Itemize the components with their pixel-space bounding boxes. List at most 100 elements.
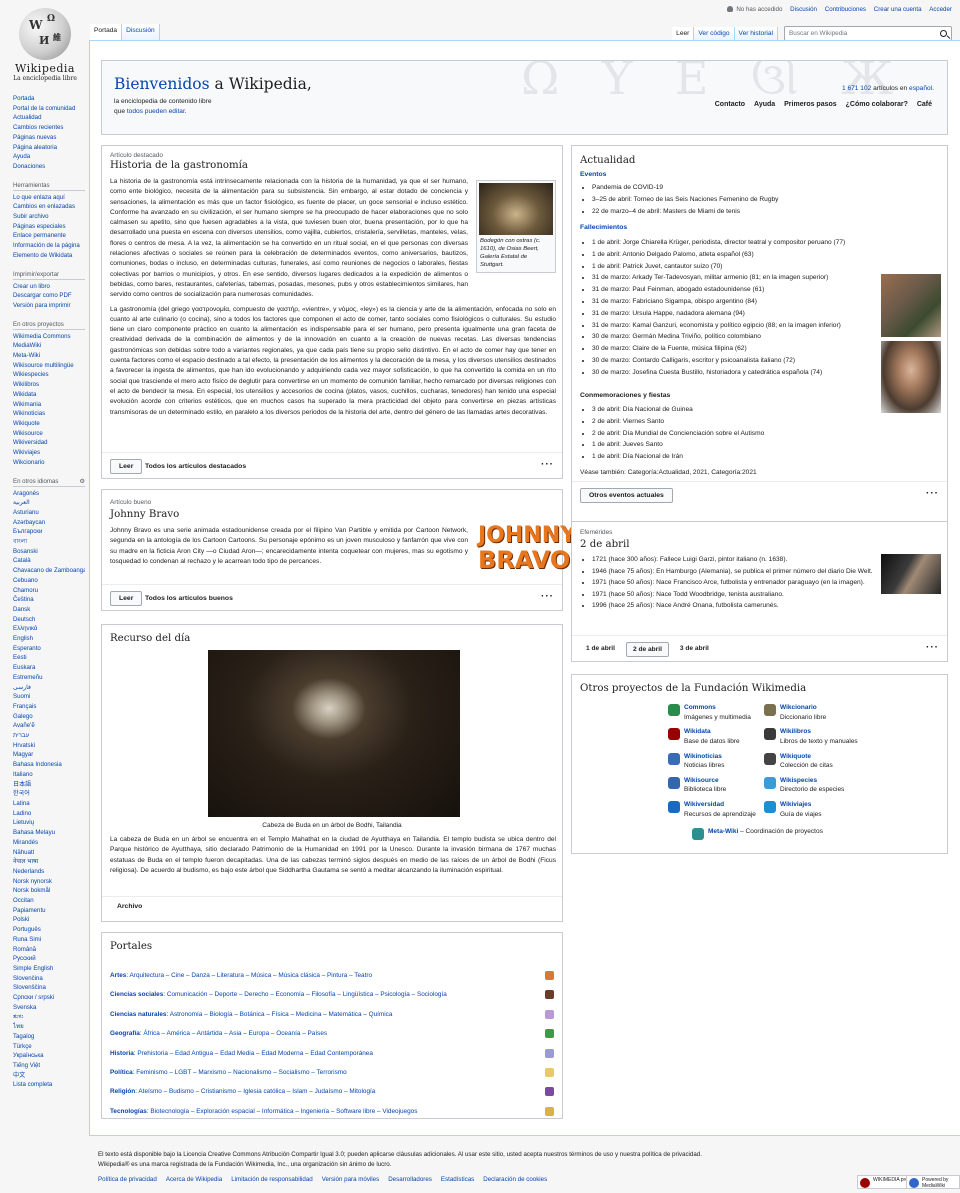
sidebar-item-romana[interactable]: Română: [13, 945, 85, 955]
portal-items[interactable]: África – América – Antártida – Asia – Eu…: [143, 1030, 327, 1037]
article-count-language[interactable]: español: [909, 85, 932, 92]
sidebar-item-wikinoticias[interactable]: Wikinoticias: [13, 409, 85, 419]
sidebar-item-suomi[interactable]: Suomi: [13, 692, 85, 702]
sidebar-item-francais[interactable]: Français: [13, 702, 85, 712]
sidebar-item-enlace-permanente[interactable]: Enlace permanente: [13, 231, 85, 241]
news-more-icon[interactable]: ···: [926, 488, 939, 499]
ephem-photo[interactable]: [881, 554, 941, 594]
project-wikidata[interactable]: Wikidata Base de datos libre: [668, 727, 740, 746]
deaths-heading[interactable]: Fallecimientos: [580, 224, 627, 231]
portal-name[interactable]: Geografía: [110, 1030, 140, 1037]
sidebar-item-tieng-viet[interactable]: Tiếng Việt: [13, 1061, 85, 1071]
sidebar-item-subir-archivo[interactable]: Subir archivo: [13, 212, 85, 222]
sidebar-item-pagina-aleatoria[interactable]: Página aleatoria: [13, 143, 85, 153]
portal-artes-icon[interactable]: [545, 971, 554, 980]
sidebar-item-mediawiki[interactable]: MediaWiki: [13, 341, 85, 351]
project-wikiviajes[interactable]: Wikiviajes Guía de viajes: [764, 800, 822, 819]
sidebar-item-bosanski[interactable]: Bosanski: [13, 547, 85, 557]
sidebar-item-magyar[interactable]: Magyar: [13, 750, 85, 760]
sidebar-item-cambios-en-enlazadas[interactable]: Cambios en enlazadas: [13, 202, 85, 212]
sidebar-item-langs-4[interactable]: Български: [13, 527, 85, 537]
footer-link-politica-de-privacidad[interactable]: Política de privacidad: [98, 1176, 157, 1183]
sidebar-item-langs-30[interactable]: 日本語: [13, 780, 85, 790]
sidebar-item-avane-e[interactable]: Avañe'ẽ: [13, 721, 85, 731]
portal-name[interactable]: Historia: [110, 1050, 134, 1057]
sidebar-item-aragones[interactable]: Aragonés: [13, 489, 85, 499]
portal-name[interactable]: Ciencias naturales: [110, 1011, 166, 1018]
sidebar-item-asturianu[interactable]: Asturianu: [13, 508, 85, 518]
sidebar-item-wikiviajes[interactable]: Wikiviajes: [13, 448, 85, 458]
sidebar-item-langs-5[interactable]: বাংলা: [13, 537, 85, 547]
sidebar-item-cestina[interactable]: Čeština: [13, 595, 85, 605]
tab-discusion[interactable]: Discusión: [122, 24, 160, 41]
sidebar-item-bahasa-indonesia[interactable]: Bahasa Indonesia: [13, 760, 85, 770]
nav-contacto[interactable]: Contacto: [715, 101, 745, 108]
wikipedia-logo[interactable]: W Ω И 維 Wikipedia La enciclopedia libre: [0, 0, 90, 86]
gear-icon[interactable]: ⚙: [80, 477, 85, 486]
death-photo-top[interactable]: [881, 274, 941, 337]
good-title[interactable]: Johnny Bravo: [110, 509, 179, 520]
footer-link-declaracion-de-cookies[interactable]: Declaración de cookies: [483, 1176, 547, 1183]
project-name[interactable]: Wikiversidad: [668, 800, 756, 810]
sidebar-item-portada[interactable]: Portada: [13, 94, 85, 104]
sidebar-item-ladino[interactable]: Ladino: [13, 809, 85, 819]
create-account-link[interactable]: Crear una cuenta: [874, 6, 922, 13]
tab-portada[interactable]: Portada: [90, 24, 123, 41]
sidebar-item-occitan[interactable]: Occitan: [13, 896, 85, 906]
sidebar-item-wikimedia-commons[interactable]: Wikimedia Commons: [13, 332, 85, 342]
portal-name[interactable]: Religión: [110, 1088, 135, 1095]
article-count-number[interactable]: 1 671 102: [842, 85, 871, 92]
project-wikiversidad[interactable]: Wikiversidad Recursos de aprendizaje: [668, 800, 756, 819]
all-good-link[interactable]: Todos los artículos buenos: [145, 595, 233, 602]
project-wikiquote[interactable]: Wikiquote Colección de citas: [764, 752, 833, 771]
portal-items[interactable]: Astronomía – Biología – Botánica – Físic…: [170, 1011, 393, 1018]
project-name[interactable]: Commons: [668, 703, 751, 713]
portal-tecnologias-icon[interactable]: [545, 1106, 554, 1116]
sidebar-item-italiano[interactable]: Italiano: [13, 770, 85, 780]
sidebar-item-langs-20[interactable]: فارسی: [13, 683, 85, 693]
project-wikispecies[interactable]: Wikispecies Directorio de especies: [764, 776, 844, 795]
portal-items[interactable]: Biotecnología – Exploración espacial – I…: [150, 1108, 417, 1115]
nav-primeros-pasos[interactable]: Primeros pasos: [784, 101, 837, 108]
ephem-more-icon[interactable]: ···: [926, 642, 939, 653]
footer-link-limitacion-de-responsabilidad[interactable]: Limitación de responsabilidad: [231, 1176, 313, 1183]
sidebar-item-ayuda[interactable]: Ayuda: [13, 152, 85, 162]
portal-ciencias-sociales-icon[interactable]: [545, 990, 554, 1000]
sidebar-item-wikisource[interactable]: Wikisource: [13, 429, 85, 439]
sidebar-item-langs-54[interactable]: ತುಳು: [13, 1012, 85, 1022]
events-heading[interactable]: Eventos: [580, 171, 606, 178]
death-photo-bottom[interactable]: [881, 341, 941, 413]
search-input[interactable]: Buscar en Wikipedia: [784, 26, 952, 41]
sidebar-item-langs-60[interactable]: 中文: [13, 1071, 85, 1081]
search-icon[interactable]: [940, 30, 947, 37]
sidebar-item-langs-58[interactable]: Українська: [13, 1051, 85, 1061]
sidebar-item-bahasa-melayu[interactable]: Bahasa Melayu: [13, 828, 85, 838]
project-name[interactable]: Wikispecies: [764, 776, 844, 786]
sidebar-item-latina[interactable]: Latina: [13, 799, 85, 809]
footer-link-acerca-de-wikipedia[interactable]: Acerca de Wikipedia: [166, 1176, 222, 1183]
day-next[interactable]: 3 de abril: [674, 642, 715, 657]
sidebar-item-donaciones[interactable]: Donaciones: [13, 162, 85, 172]
nav-ayuda[interactable]: Ayuda: [754, 101, 775, 108]
sidebar-item-wikiversidad[interactable]: Wikiversidad: [13, 438, 85, 448]
sidebar-item-slovencina[interactable]: Slovenčina: [13, 974, 85, 984]
all-featured-link[interactable]: Todos los artículos destacados: [145, 463, 246, 470]
sidebar-item-norsk-bokmal[interactable]: Norsk bokmål: [13, 886, 85, 896]
powered-by-mediawiki-badge[interactable]: Powered by MediaWiki: [906, 1175, 960, 1189]
tab-ver-historial[interactable]: Ver historial: [734, 27, 778, 41]
project-wikcionario[interactable]: Wikcionario Diccionario libre: [764, 703, 826, 722]
portal-items[interactable]: Arquitectura – Cine – Danza – Literatura…: [130, 972, 373, 979]
sidebar-item-tagalog[interactable]: Tagalog: [13, 1032, 85, 1042]
archive-link[interactable]: Archivo: [117, 903, 142, 910]
johnny-bravo-logo[interactable]: JOHNNY BRAVO: [478, 524, 576, 580]
sidebar-item-esperanto[interactable]: Esperanto: [13, 644, 85, 654]
sidebar-item-galego[interactable]: Galego: [13, 712, 85, 722]
sidebar-item-wikidata[interactable]: Wikidata: [13, 390, 85, 400]
sidebar-item-lietuviu[interactable]: Lietuvių: [13, 818, 85, 828]
footer-link-desarrolladores[interactable]: Desarrolladores: [388, 1176, 432, 1183]
tab-leer[interactable]: Leer: [672, 27, 695, 41]
sidebar-item-wikilibros[interactable]: Wikilibros: [13, 380, 85, 390]
sidebar-item-cambios-recientes[interactable]: Cambios recientes: [13, 123, 85, 133]
sidebar-item-simple-english[interactable]: Simple English: [13, 964, 85, 974]
contributions-link[interactable]: Contribuciones: [825, 6, 866, 13]
